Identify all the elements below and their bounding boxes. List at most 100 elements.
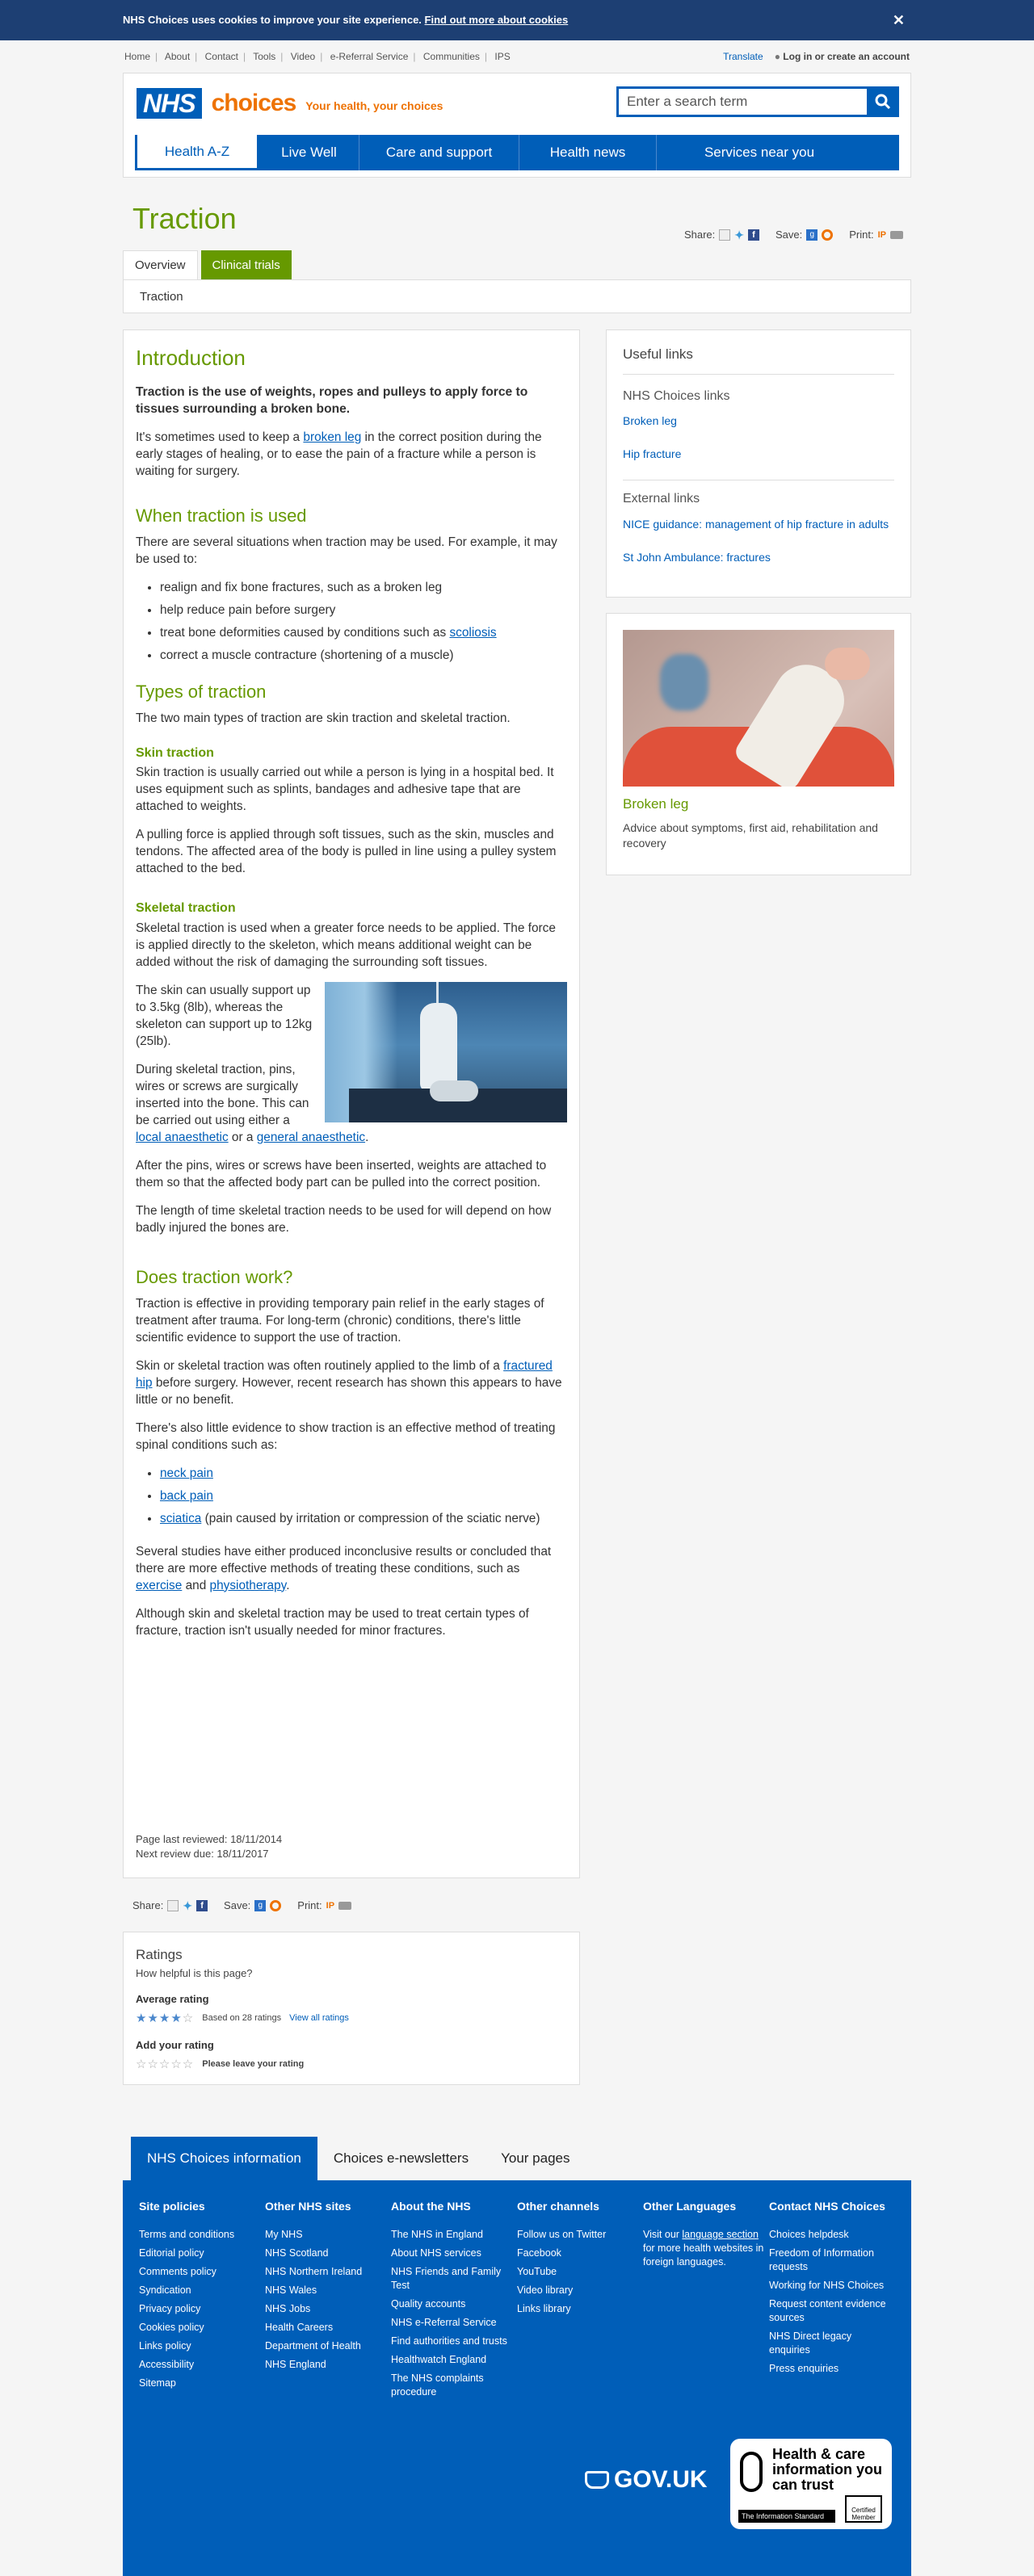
close-icon[interactable]: ✕ — [893, 10, 905, 31]
back-pain-link[interactable]: back pain — [160, 1489, 213, 1503]
st-john-ambulance-link[interactable]: St John Ambulance: fractures — [623, 550, 894, 565]
footer-link[interactable]: Facebook — [517, 2247, 561, 2259]
nav-services-near-you[interactable]: Services near you — [657, 135, 862, 170]
email-icon[interactable] — [719, 229, 731, 241]
reddit-icon[interactable] — [822, 229, 834, 241]
util-contact-link[interactable]: Contact — [205, 51, 238, 62]
footer-link[interactable]: Choices helpdesk — [769, 2229, 849, 2240]
footer-link[interactable]: Links library — [517, 2303, 571, 2314]
footer-link[interactable]: Video library — [517, 2284, 573, 2296]
footer-link[interactable]: NHS e-Referral Service — [391, 2317, 497, 2328]
footer-link[interactable]: Syndication — [139, 2284, 191, 2296]
govuk-logo[interactable]: GOV.UK — [585, 2463, 708, 2497]
footer-link[interactable]: Healthwatch England — [391, 2354, 486, 2365]
printer-icon[interactable] — [338, 1902, 352, 1910]
broken-leg-photo[interactable] — [623, 630, 894, 787]
util-ereferral-link[interactable]: e-Referral Service — [330, 51, 409, 62]
tab-clinical-trials[interactable]: Clinical trials — [200, 250, 292, 279]
nav-live-well[interactable]: Live Well — [259, 135, 359, 170]
paragraph: It's sometimes used to keep a broken leg… — [136, 430, 542, 479]
footer-link[interactable]: NHS Wales — [265, 2284, 317, 2296]
footer-link[interactable]: Privacy policy — [139, 2303, 200, 2314]
footer-link[interactable]: NHS Friends and Family Test — [391, 2266, 501, 2291]
translate-link[interactable]: Translate — [723, 50, 763, 64]
footer-link[interactable]: About NHS services — [391, 2247, 481, 2259]
footer-link[interactable]: Freedom of Information requests — [769, 2247, 874, 2272]
util-about-link[interactable]: About — [165, 51, 190, 62]
twitter-icon[interactable]: ✦ — [734, 229, 744, 241]
site-logo[interactable]: NHS choices Your health, your choices — [137, 86, 443, 120]
footer-link[interactable]: NHS England — [265, 2359, 326, 2370]
footer-link[interactable]: Editorial policy — [139, 2247, 204, 2259]
util-communities-link[interactable]: Communities — [423, 51, 480, 62]
create-account-link[interactable]: create an account — [827, 51, 910, 62]
nav-health-news[interactable]: Health news — [519, 135, 657, 170]
general-anaesthetic-link[interactable]: general anaesthetic — [257, 1131, 365, 1144]
footer-link[interactable]: NHS Scotland — [265, 2247, 329, 2259]
google-icon[interactable]: g — [806, 229, 818, 241]
footer-link[interactable]: NHS Direct legacy enquiries — [769, 2331, 851, 2356]
footer-link[interactable]: Sitemap — [139, 2377, 176, 2389]
footer-link[interactable]: YouTube — [517, 2266, 557, 2277]
traction-photo — [325, 981, 567, 1122]
footer-link[interactable]: Working for NHS Choices — [769, 2280, 884, 2291]
footer-link[interactable]: The NHS complaints procedure — [391, 2373, 484, 2398]
rating-input-stars[interactable]: ☆☆☆☆☆ — [136, 2056, 194, 2073]
util-ips-link[interactable]: IPS — [494, 51, 510, 62]
footer-link[interactable]: Follow us on Twitter — [517, 2229, 606, 2240]
footer-link[interactable]: NHS Northern Ireland — [265, 2266, 362, 2277]
footer-link[interactable]: Quality accounts — [391, 2298, 465, 2310]
scoliosis-link[interactable]: scoliosis — [449, 626, 496, 640]
paragraph: After the pins, wires or screws have bee… — [136, 1158, 547, 1189]
exercise-link[interactable]: exercise — [136, 1579, 182, 1592]
external-links-heading: External links — [623, 492, 700, 506]
language-section-link[interactable]: language section — [682, 2229, 759, 2240]
ip-icon[interactable]: IP — [878, 229, 886, 241]
footer-tab-your-pages[interactable]: Your pages — [485, 2137, 586, 2180]
nav-health-az[interactable]: Health A-Z — [135, 135, 259, 170]
footer-link[interactable]: Comments policy — [139, 2266, 216, 2277]
sidebar-broken-leg-link[interactable]: Broken leg — [623, 413, 894, 429]
view-all-ratings-link[interactable]: View all ratings — [289, 2012, 349, 2024]
search-button[interactable] — [867, 86, 899, 117]
footer-link[interactable]: Request content evidence sources — [769, 2298, 886, 2323]
footer-tab-info[interactable]: NHS Choices information — [131, 2137, 317, 2180]
cookie-more-link[interactable]: Find out more about cookies — [425, 14, 569, 26]
twitter-icon[interactable]: ✦ — [183, 1900, 192, 1911]
sidebar-hip-fracture-link[interactable]: Hip fracture — [623, 447, 894, 462]
sciatica-link[interactable]: sciatica — [160, 1512, 201, 1525]
ip-icon[interactable]: IP — [326, 1900, 334, 1911]
local-anaesthetic-link[interactable]: local anaesthetic — [136, 1131, 229, 1144]
util-tools-link[interactable]: Tools — [253, 51, 275, 62]
card-title[interactable]: Broken leg — [623, 795, 894, 814]
footer-link[interactable]: Department of Health — [265, 2340, 361, 2352]
reddit-icon[interactable] — [270, 1900, 282, 1911]
physiotherapy-link[interactable]: physiotherapy — [210, 1579, 287, 1592]
util-home-link[interactable]: Home — [124, 51, 150, 62]
footer-link[interactable]: Press enquiries — [769, 2363, 839, 2374]
nav-care-support[interactable]: Care and support — [359, 135, 519, 170]
broken-leg-link[interactable]: broken leg — [303, 430, 361, 444]
footer-link[interactable]: NHS Jobs — [265, 2303, 310, 2314]
footer-link[interactable]: Find authorities and trusts — [391, 2335, 507, 2347]
related-card[interactable]: Broken leg Advice about symptoms, first … — [606, 613, 911, 875]
facebook-icon[interactable]: f — [748, 229, 759, 241]
email-icon[interactable] — [167, 1900, 179, 1911]
footer-link[interactable]: Health Careers — [265, 2322, 333, 2333]
footer-link[interactable]: Cookies policy — [139, 2322, 204, 2333]
footer-link[interactable]: Accessibility — [139, 2359, 194, 2370]
facebook-icon[interactable]: f — [196, 1900, 208, 1911]
login-link[interactable]: Log in or — [783, 51, 824, 62]
footer-link[interactable]: The NHS in England — [391, 2229, 483, 2240]
nice-guidance-link[interactable]: NICE guidance: management of hip fractur… — [623, 517, 894, 532]
tab-overview[interactable]: Overview — [123, 250, 198, 279]
footer-link[interactable]: My NHS — [265, 2229, 303, 2240]
printer-icon[interactable] — [890, 231, 903, 240]
footer-link[interactable]: Terms and conditions — [139, 2229, 234, 2240]
search-input[interactable] — [616, 86, 867, 117]
footer-tab-newsletters[interactable]: Choices e-newsletters — [317, 2137, 485, 2180]
neck-pain-link[interactable]: neck pain — [160, 1466, 213, 1480]
google-icon[interactable]: g — [254, 1900, 267, 1911]
footer-link[interactable]: Links policy — [139, 2340, 191, 2352]
util-video-link[interactable]: Video — [291, 51, 315, 62]
